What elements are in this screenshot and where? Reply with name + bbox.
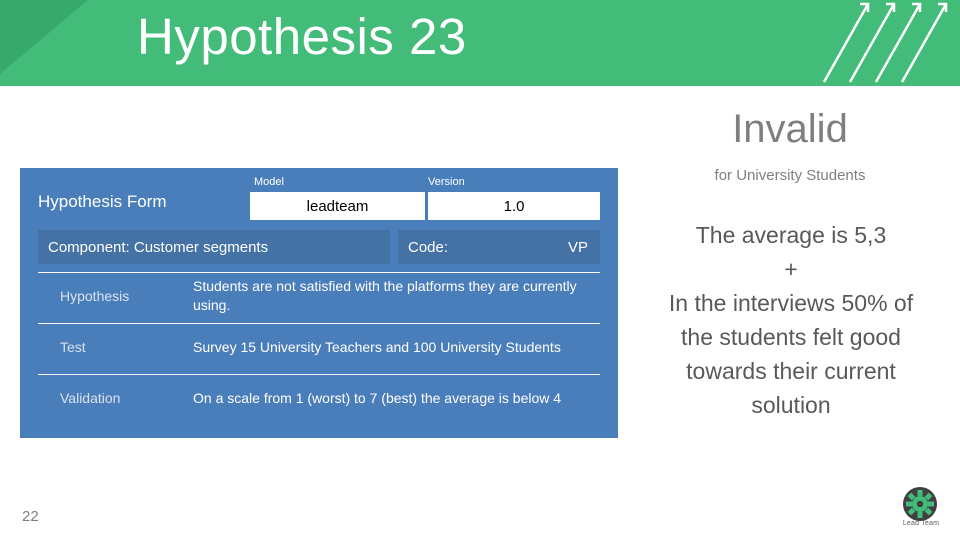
row-value: Students are not satisfied with the plat… (193, 278, 577, 313)
arrow-decoration-icon (822, 2, 948, 83)
model-field[interactable]: leadteam (250, 192, 425, 220)
result-explanation: The average is 5,3 + In the interviews 5… (632, 218, 950, 422)
header-corner-triangle (0, 0, 88, 74)
result-line-6: solution (751, 392, 831, 418)
header-band: Hypothesis 23 (0, 0, 960, 86)
component-label: Component: Customer segments (48, 238, 269, 256)
code-value: VP (567, 238, 588, 256)
code-row: Code: VP (398, 230, 600, 264)
slide: Hypothesis 23 Invalid for University Stu… (0, 0, 960, 540)
result-line-5: towards their current (686, 358, 896, 384)
version-field[interactable]: 1.0 (428, 192, 600, 220)
row-label: Validation (60, 390, 121, 406)
result-line-1: The average is 5,3 (695, 222, 887, 248)
logo-text: Lead Team (902, 520, 940, 527)
page-number: 22 (22, 508, 39, 525)
row-value: Survey 15 University Teachers and 100 Un… (193, 338, 561, 355)
logo: Lead Team (898, 487, 944, 533)
hypothesis-form-inner: Hypothesis Form Model leadteam Version 1… (20, 168, 618, 438)
page-title: Hypothesis 23 (137, 8, 467, 65)
model-label: Model (254, 176, 284, 188)
version-label: Version (428, 176, 465, 188)
row-label: Test (60, 339, 86, 355)
result-line-3: In the interviews 50% of (668, 290, 914, 316)
status-subtitle: for University Students (714, 167, 866, 184)
code-label: Code: (408, 238, 449, 256)
status-badge: Invalid (732, 107, 848, 151)
table-row: Hypothesis Students are not satisfied wi… (38, 272, 600, 319)
hypothesis-form: Hypothesis Form Model leadteam Version 1… (20, 168, 618, 438)
row-value: On a scale from 1 (worst) to 7 (best) th… (193, 389, 562, 406)
table-row: Validation On a scale from 1 (worst) to … (38, 374, 600, 421)
component-row: Component: Customer segments (38, 230, 390, 264)
result-line-4: the students felt good (681, 324, 901, 350)
gear-icon (906, 490, 934, 518)
table-row: Test Survey 15 University Teachers and 1… (38, 323, 600, 370)
row-label: Hypothesis (60, 288, 130, 304)
form-title: Hypothesis Form (38, 192, 167, 211)
result-line-2: + (784, 256, 798, 282)
